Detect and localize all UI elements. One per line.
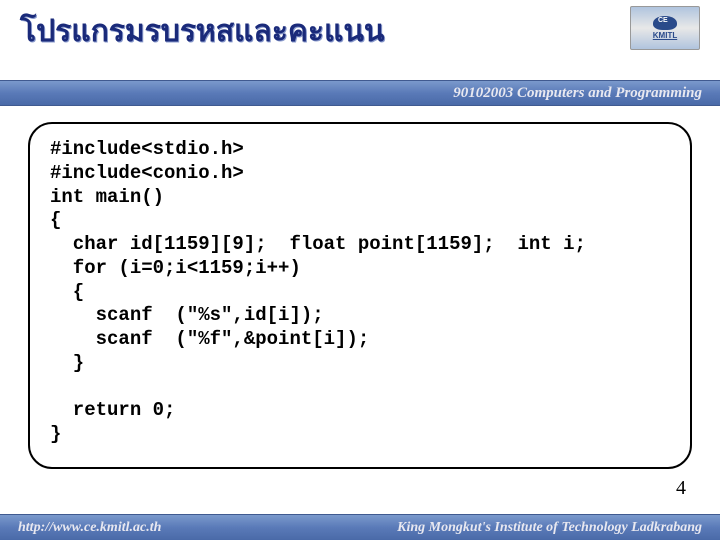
- page-number: 4: [676, 477, 686, 500]
- slide-title: โปรแกรมรบรหสและคะแนน: [20, 8, 700, 55]
- course-banner: 90102003 Computers and Programming: [0, 80, 720, 106]
- course-code-label: 90102003 Computers and Programming: [453, 85, 702, 102]
- logo-badge-icon: [653, 16, 677, 30]
- footer-institution: King Mongkut's Institute of Technology L…: [397, 520, 702, 536]
- slide-footer: http://www.ce.kmitl.ac.th King Mongkut's…: [0, 514, 720, 540]
- institution-logo: KMITL: [630, 6, 700, 50]
- footer-url: http://www.ce.kmitl.ac.th: [18, 520, 161, 536]
- slide-header: โปรแกรมรบรหสและคะแนน KMITL: [0, 0, 720, 80]
- logo-label: KMITL: [653, 31, 677, 40]
- code-block: #include<stdio.h> #include<conio.h> int …: [28, 122, 692, 469]
- slide-content: #include<stdio.h> #include<conio.h> int …: [0, 106, 720, 469]
